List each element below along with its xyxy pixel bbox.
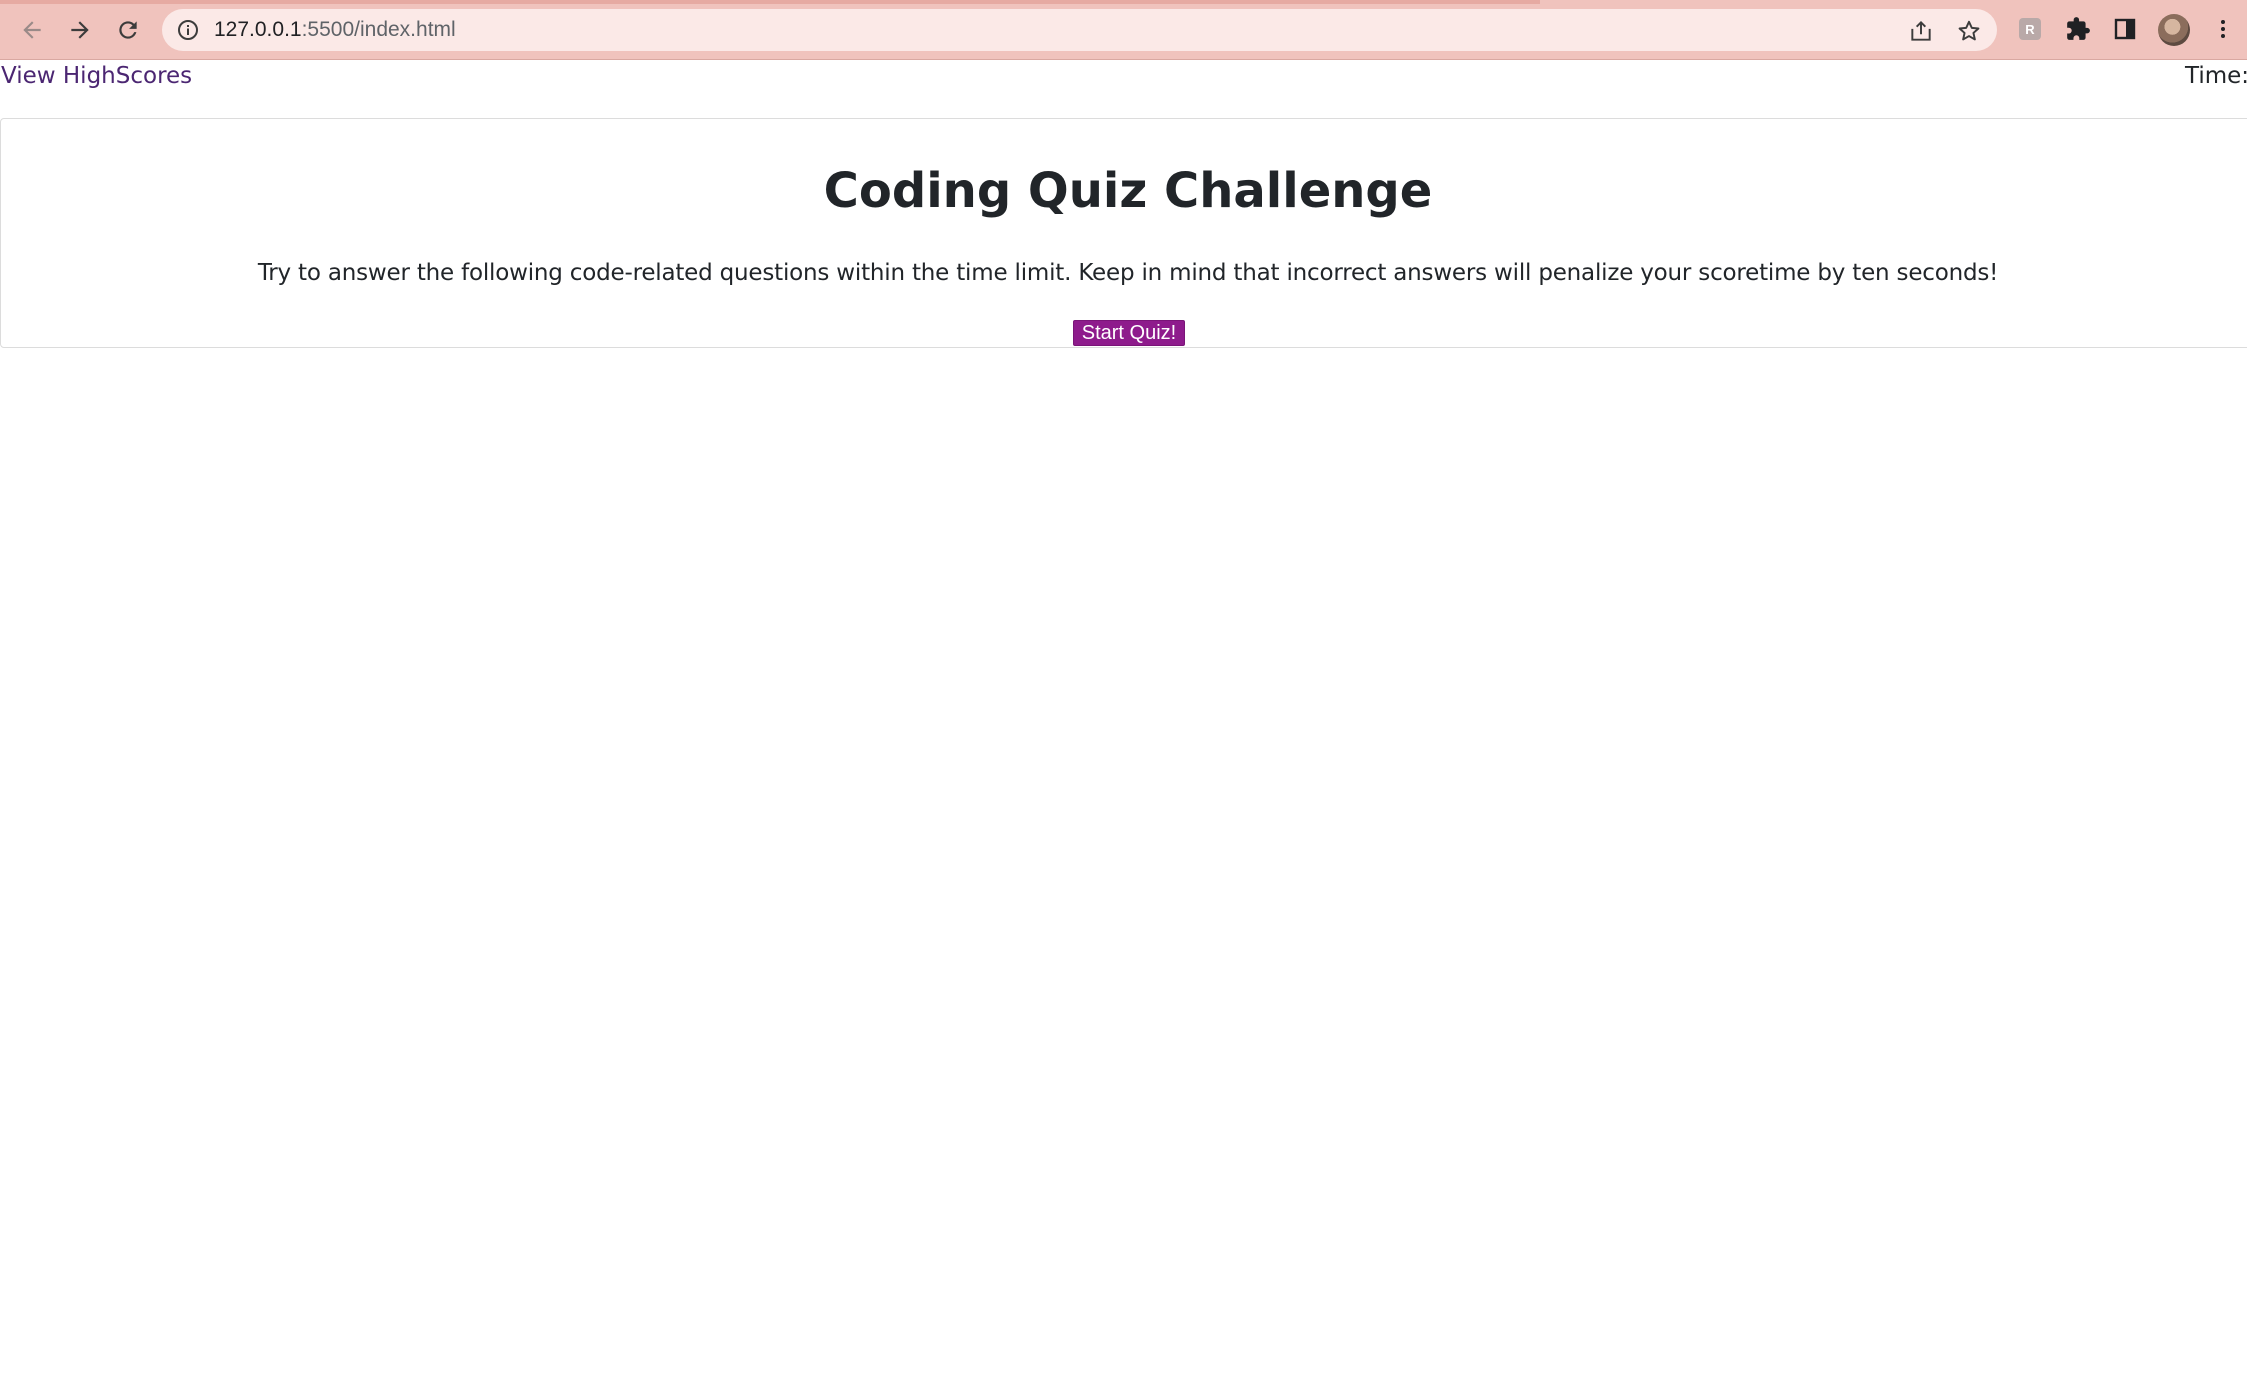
- profile-avatar[interactable]: [2158, 14, 2190, 46]
- url-text[interactable]: 127.0.0.1:5500/index.html: [214, 9, 456, 51]
- forward-button[interactable]: [62, 12, 98, 48]
- browser-toolbar: 127.0.0.1:5500/index.html R: [0, 0, 2247, 60]
- reload-button[interactable]: [110, 12, 146, 48]
- timer-display: Time:0: [2185, 63, 2247, 89]
- info-icon[interactable]: [176, 18, 200, 42]
- extension-button[interactable]: R: [2015, 14, 2045, 44]
- quiz-description: Try to answer the following code-related…: [257, 260, 1999, 286]
- tab-strip-edge: [0, 0, 1540, 4]
- side-panel-button[interactable]: [2110, 14, 2140, 44]
- star-icon[interactable]: [1956, 18, 1982, 44]
- view-highscores-link[interactable]: View HighScores: [1, 63, 192, 89]
- page-content: View HighScores Time:0 Coding Quiz Chall…: [0, 60, 2247, 1379]
- extension-icon: R: [2019, 18, 2041, 40]
- browser-menu-button[interactable]: [2208, 14, 2238, 44]
- address-bar[interactable]: 127.0.0.1:5500/index.html: [162, 9, 1997, 51]
- arrow-right-icon: [71, 21, 89, 39]
- url-host: 127.0.0.1: [214, 18, 302, 41]
- kebab-menu-icon: [2221, 20, 2225, 38]
- arrow-left-icon: [23, 21, 41, 39]
- quiz-title: Coding Quiz Challenge: [823, 163, 1433, 219]
- side-panel-icon: [2114, 18, 2136, 40]
- reload-icon: [119, 21, 137, 39]
- extensions-button[interactable]: [2063, 14, 2093, 44]
- back-button[interactable]: [14, 12, 50, 48]
- start-quiz-button[interactable]: Start Quiz!: [1073, 320, 1185, 346]
- url-path: :5500/index.html: [301, 18, 456, 41]
- quiz-intro-card: Coding Quiz Challenge Try to answer the …: [0, 118, 2247, 348]
- puzzle-icon: [2067, 17, 2090, 40]
- share-icon[interactable]: [1908, 18, 1934, 44]
